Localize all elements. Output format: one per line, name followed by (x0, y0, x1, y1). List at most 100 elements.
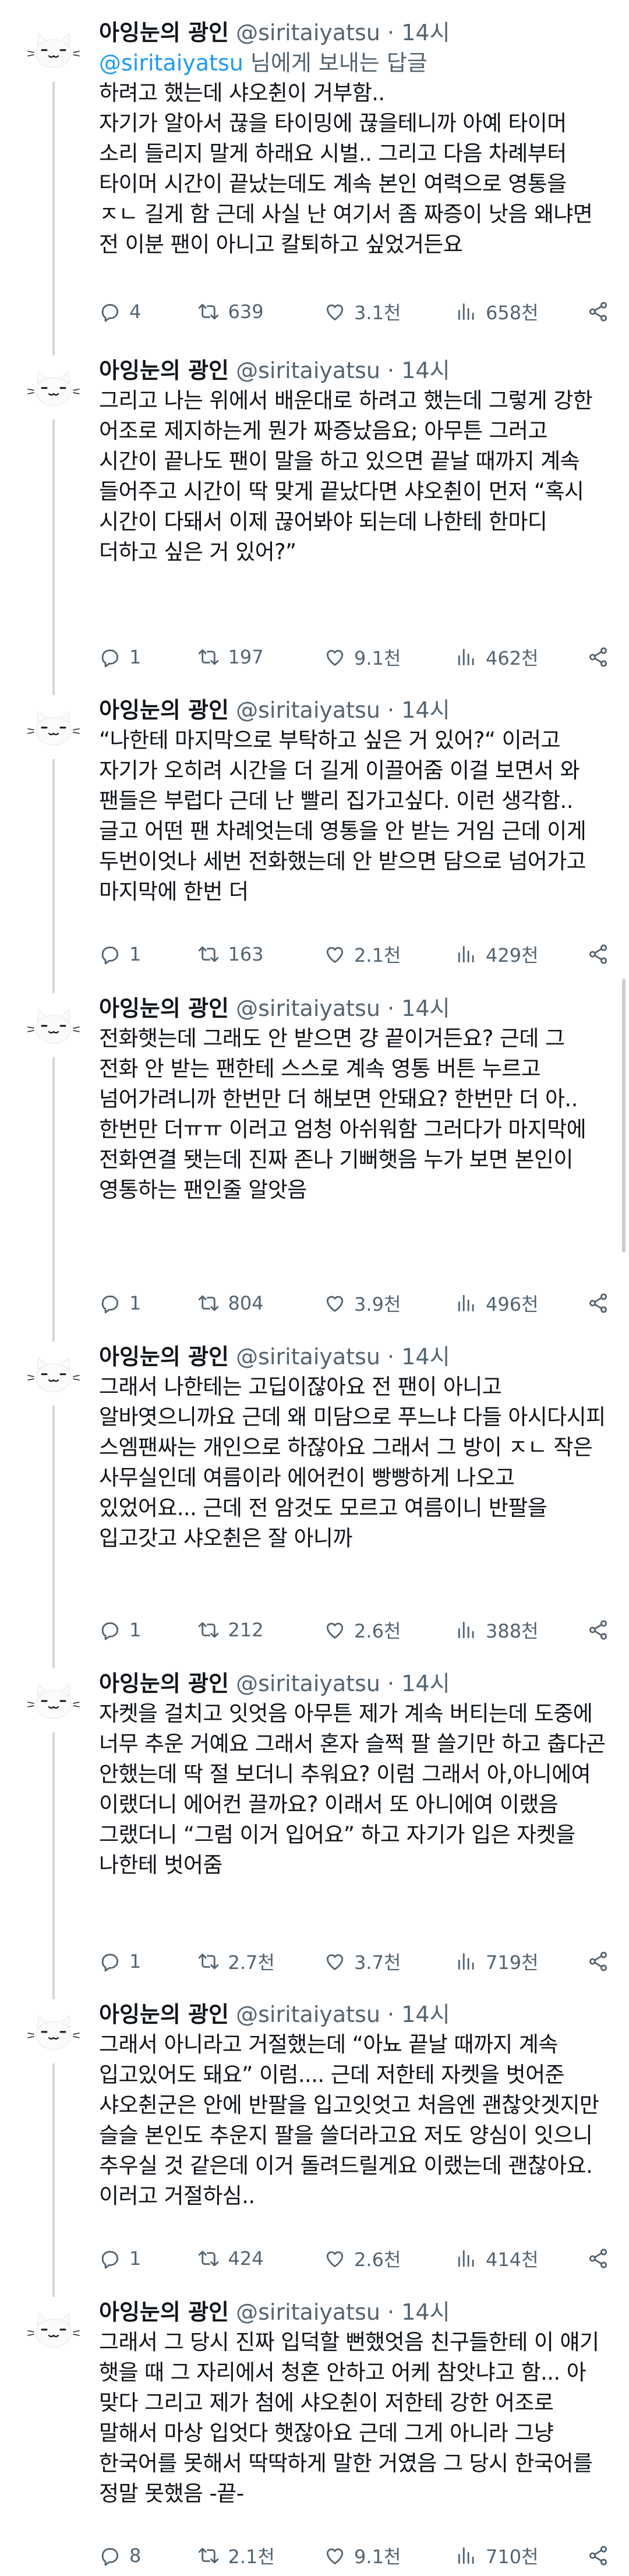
views-button[interactable]: 414천 (455, 2245, 587, 2272)
tweet-5[interactable]: 아잉눈의 광인 @siritaiyatsu · 14시 그래서 나한테는 고딥이… (0, 1324, 629, 1668)
author-display-name[interactable]: 아잉눈의 광인 (99, 358, 229, 383)
share-button[interactable] (587, 943, 617, 965)
retweet-button[interactable]: 639 (197, 301, 324, 323)
heart-icon (326, 1622, 344, 1639)
retweet-button[interactable]: 197 (197, 646, 324, 668)
views-button[interactable]: 429천 (455, 941, 587, 968)
avatar[interactable] (26, 996, 82, 1051)
like-button[interactable]: 2.6천 (324, 1617, 455, 1643)
author-display-name[interactable]: 아잉눈의 광인 (99, 1344, 229, 1370)
like-button[interactable]: 2.1천 (324, 941, 455, 968)
author-display-name[interactable]: 아잉눈의 광인 (99, 996, 229, 1021)
share-button[interactable] (587, 2247, 617, 2270)
white-cat-avatar-icon (26, 698, 81, 753)
avatar[interactable] (26, 1671, 82, 1727)
retweet-button[interactable]: 212 (197, 1619, 324, 1641)
heart-icon (326, 1954, 344, 1970)
heart-icon (326, 2548, 344, 2564)
author-handle[interactable]: @siritaiyatsu (236, 697, 380, 723)
share-button[interactable] (587, 1619, 617, 1641)
views-chart-icon (458, 648, 474, 666)
tweet-3[interactable]: 아잉눈의 광인 @siritaiyatsu · 14시 “나한테 마지막으로 부… (0, 677, 629, 993)
like-button[interactable]: 9.1천 (324, 2542, 455, 2569)
tweet-7[interactable]: 아잉눈의 광인 @siritaiyatsu · 14시 그래서 아니라고 거절했… (0, 1982, 629, 2297)
retweet-icon (199, 649, 219, 665)
tweet-body: 아잉눈의 광인 @siritaiyatsu · 14시 그래서 아니라고 거절했… (99, 1999, 609, 2211)
author-display-name[interactable]: 아잉눈의 광인 (99, 697, 229, 723)
share-button[interactable] (587, 1950, 617, 1972)
avatar[interactable] (26, 1344, 82, 1400)
tweet-timestamp[interactable]: 14시 (401, 358, 450, 383)
author-display-name[interactable]: 아잉눈의 광인 (99, 2002, 229, 2027)
view-count: 710천 (486, 2546, 539, 2568)
scrollbar-thumb[interactable] (622, 979, 626, 1252)
tweet-actions: 4 639 3.1천 658천 (99, 294, 617, 329)
separator-dot: · (387, 1671, 395, 1696)
views-button[interactable]: 496천 (455, 1290, 587, 1317)
retweet-button[interactable]: 2.7천 (197, 1948, 324, 1975)
avatar[interactable] (26, 697, 82, 753)
share-button[interactable] (587, 1292, 617, 1314)
tweet-timestamp[interactable]: 14시 (401, 996, 450, 1021)
reply-button[interactable]: 1 (99, 1292, 197, 1314)
author-handle[interactable]: @siritaiyatsu (236, 996, 380, 1021)
reply-button[interactable]: 1 (99, 1950, 197, 1972)
views-button[interactable]: 658천 (455, 298, 587, 325)
view-count: 719천 (486, 1952, 539, 1974)
author-display-name[interactable]: 아잉눈의 광인 (99, 1671, 229, 1696)
tweet-8[interactable]: 아잉눈의 광인 @siritaiyatsu · 14시 그래서 그 당시 진짜 … (0, 2279, 629, 2576)
views-chart-icon (458, 2547, 474, 2564)
views-button[interactable]: 719천 (455, 1948, 587, 1975)
reply-icon (101, 1296, 119, 1314)
share-button[interactable] (587, 646, 617, 668)
author-handle[interactable]: @siritaiyatsu (236, 1671, 380, 1696)
reply-button[interactable]: 1 (99, 2247, 197, 2270)
retweet-button[interactable]: 2.1천 (197, 2542, 324, 2569)
avatar[interactable] (26, 2299, 82, 2355)
reply-button[interactable]: 1 (99, 943, 197, 965)
tweet-6[interactable]: 아잉눈의 광인 @siritaiyatsu · 14시 자켓을 걸치고 잇엇음 … (0, 1651, 629, 1999)
thread-connector-line (52, 1057, 55, 1342)
author-handle[interactable]: @siritaiyatsu (236, 2299, 380, 2325)
like-button[interactable]: 3.9천 (324, 1290, 455, 1317)
like-button[interactable]: 3.1천 (324, 298, 455, 325)
retweet-button[interactable]: 424 (197, 2247, 324, 2270)
author-handle[interactable]: @siritaiyatsu (236, 2002, 380, 2027)
tweet-text: 그래서 그 당시 진짜 입덕할 뻔했엇음 친구들한테 이 얘기 햇을 때 그 자… (99, 2330, 599, 2506)
views-button[interactable]: 388천 (455, 1617, 587, 1643)
reply-to-mention[interactable]: @siritaiyatsu (99, 50, 243, 76)
author-display-name[interactable]: 아잉눈의 광인 (99, 20, 229, 45)
tweet-1[interactable]: 아잉눈의 광인 @siritaiyatsu · 14시 @siritaiyats… (0, 0, 629, 355)
tweet-timestamp[interactable]: 14시 (401, 697, 450, 723)
tweet-timestamp[interactable]: 14시 (401, 1671, 450, 1696)
reply-button[interactable]: 8 (99, 2545, 197, 2567)
share-button[interactable] (587, 2545, 617, 2567)
tweet-timestamp[interactable]: 14시 (401, 2002, 450, 2027)
tweet-2[interactable]: 아잉눈의 광인 @siritaiyatsu · 14시 그리고 나는 위에서 배… (0, 338, 629, 695)
avatar[interactable] (26, 2002, 82, 2058)
reply-button[interactable]: 1 (99, 646, 197, 668)
retweet-button[interactable]: 163 (197, 943, 324, 965)
like-button[interactable]: 3.7천 (324, 1948, 455, 1975)
separator-dot: · (387, 697, 395, 723)
reply-icon (101, 2548, 119, 2566)
author-handle[interactable]: @siritaiyatsu (236, 20, 380, 45)
author-display-name[interactable]: 아잉눈의 광인 (99, 2299, 229, 2325)
share-button[interactable] (587, 301, 617, 323)
reply-button[interactable]: 4 (99, 301, 197, 323)
author-handle[interactable]: @siritaiyatsu (236, 358, 380, 383)
tweet-4[interactable]: 아잉눈의 광인 @siritaiyatsu · 14시 전화햇는데 그래도 안 … (0, 976, 629, 1342)
tweet-timestamp[interactable]: 14시 (401, 2299, 450, 2325)
views-button[interactable]: 710천 (455, 2542, 587, 2569)
avatar[interactable] (26, 20, 82, 76)
avatar[interactable] (26, 358, 82, 414)
tweet-actions: 1 212 2.6천 388천 (99, 1612, 617, 1647)
like-button[interactable]: 9.1천 (324, 644, 455, 671)
tweet-timestamp[interactable]: 14시 (401, 20, 450, 45)
author-handle[interactable]: @siritaiyatsu (236, 1344, 380, 1370)
reply-button[interactable]: 1 (99, 1619, 197, 1641)
tweet-timestamp[interactable]: 14시 (401, 1344, 450, 1370)
like-button[interactable]: 2.6천 (324, 2245, 455, 2272)
retweet-button[interactable]: 804 (197, 1292, 324, 1314)
views-button[interactable]: 462천 (455, 644, 587, 671)
